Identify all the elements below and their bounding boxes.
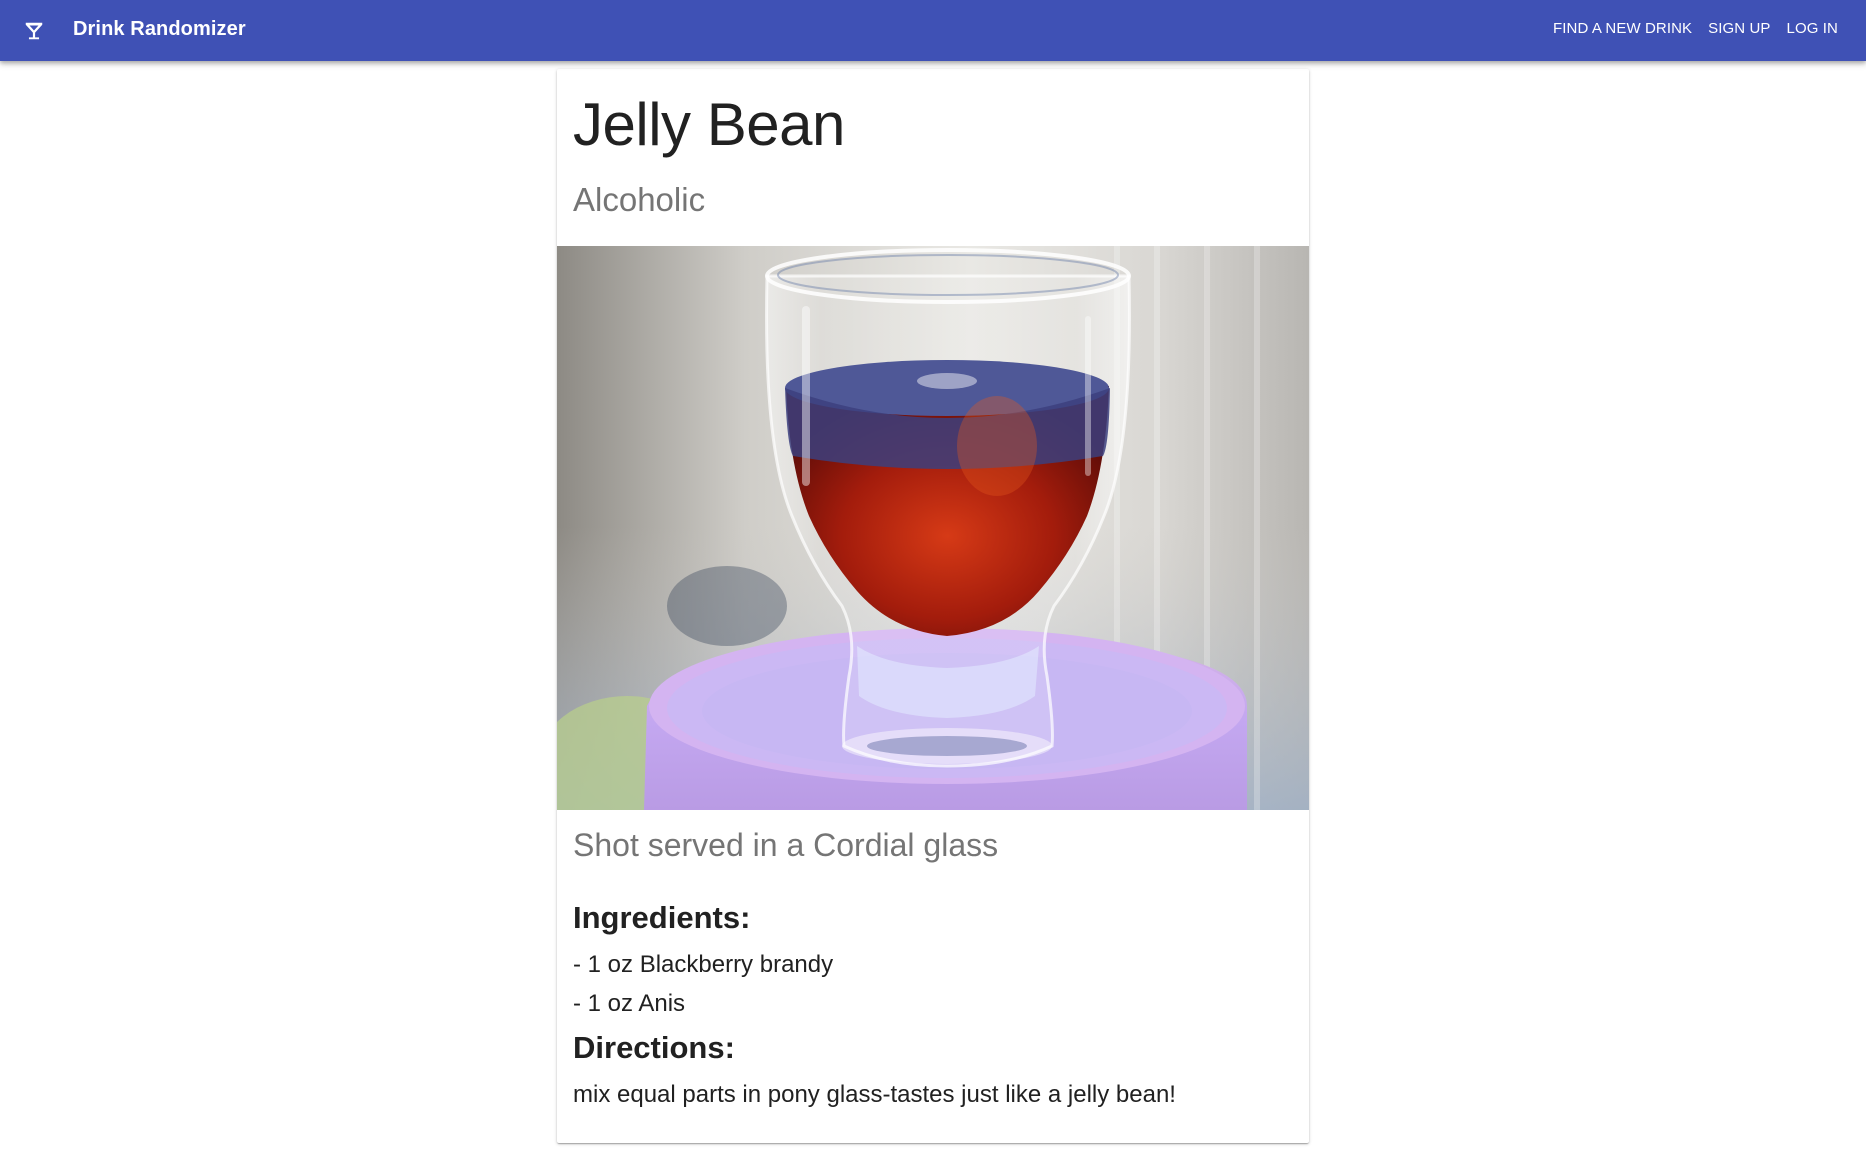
glass-info: Shot served in a Cordial glass — [573, 827, 999, 863]
ingredient-item: - 1 oz Blackberry brandy — [573, 951, 834, 978]
menu-button[interactable] — [14, 11, 54, 51]
log-in-button[interactable]: LOG IN — [1779, 14, 1846, 44]
ingredient-item: - 1 oz Anis — [573, 990, 686, 1017]
drink-name: Jelly Bean — [573, 91, 845, 158]
directions-heading: Directions: — [573, 1030, 735, 1065]
cocktail-icon — [25, 22, 43, 40]
drink-card: Jelly Bean Alcoholic Shot served in a Co… — [557, 69, 1309, 1143]
drink-category: Alcoholic — [573, 181, 706, 218]
sign-up-button[interactable]: SIGN UP — [1700, 14, 1778, 44]
find-new-drink-button[interactable]: FIND A NEW DRINK — [1545, 14, 1700, 44]
top-nav: FIND A NEW DRINK SIGN UP LOG IN — [1545, 14, 1846, 44]
app-title[interactable]: Drink Randomizer — [73, 16, 246, 42]
ingredients-heading: Ingredients: — [573, 900, 751, 935]
drink-photo — [557, 246, 1309, 810]
app-bar: Drink Randomizer FIND A NEW DRINK SIGN U… — [0, 0, 1866, 61]
directions-text: mix equal parts in pony glass-tastes jus… — [573, 1081, 1176, 1108]
